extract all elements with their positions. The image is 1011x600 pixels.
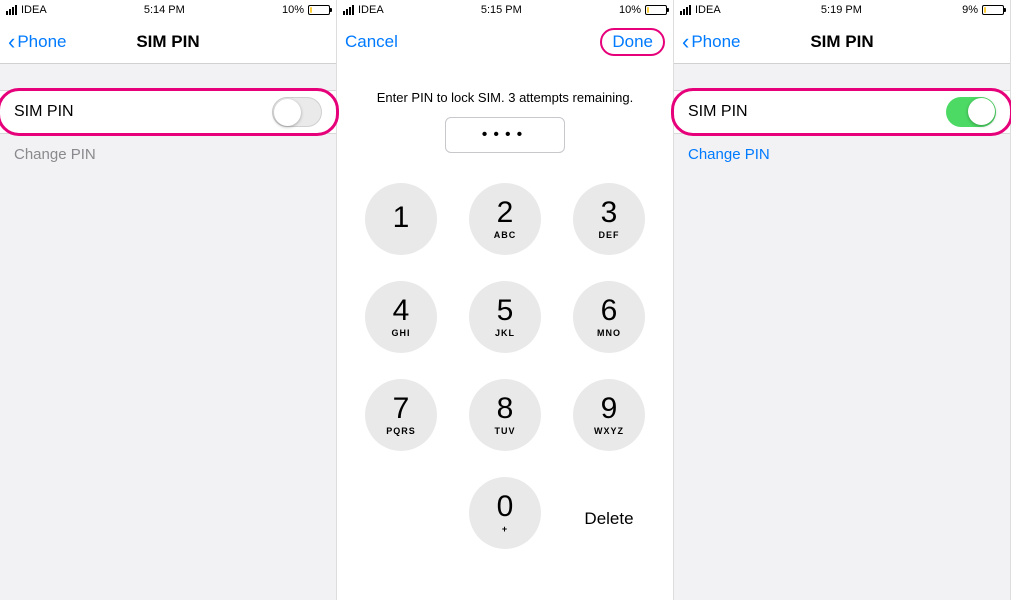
change-pin-row: Change PIN [0,134,336,174]
clock: 5:14 PM [144,4,185,16]
change-pin-label: Change PIN [14,146,96,163]
carrier-label: IDEA [358,4,384,16]
back-label: Phone [17,32,66,52]
screen-sim-pin-on: IDEA 5:19 PM 9% ‹ Phone SIM PIN SIM PIN … [674,0,1011,600]
status-bar: IDEA 5:15 PM 10% [337,0,673,20]
key-1[interactable]: 1 [365,183,437,255]
battery-icon [308,5,330,15]
battery-percent: 10% [282,4,304,16]
pin-prompt: Enter PIN to lock SIM. 3 attempts remain… [337,90,673,105]
delete-button[interactable]: Delete [573,509,645,529]
done-label: Done [612,32,653,52]
key-0[interactable]: 0+ [469,477,541,549]
battery-icon [982,5,1004,15]
change-pin-row[interactable]: Change PIN [674,134,1010,174]
signal-icon [680,5,691,15]
chevron-left-icon: ‹ [8,31,15,53]
done-button[interactable]: Done [600,28,665,56]
change-pin-label: Change PIN [688,146,770,163]
battery-percent: 9% [962,4,978,16]
pin-field[interactable]: •••• [445,117,565,153]
battery-icon [645,5,667,15]
cancel-button[interactable]: Cancel [345,32,398,52]
carrier-label: IDEA [21,4,47,16]
sim-pin-label: SIM PIN [688,103,748,121]
clock: 5:15 PM [481,4,522,16]
sim-pin-row[interactable]: SIM PIN [0,90,336,134]
key-blank [365,477,437,549]
key-7[interactable]: 7PQRS [365,379,437,451]
nav-bar: Cancel Done [337,20,673,64]
key-8[interactable]: 8TUV [469,379,541,451]
key-9[interactable]: 9WXYZ [573,379,645,451]
key-4[interactable]: 4GHI [365,281,437,353]
key-3[interactable]: 3DEF [573,183,645,255]
screen-sim-pin-off: IDEA 5:14 PM 10% ‹ Phone SIM PIN SIM PIN… [0,0,337,600]
back-button[interactable]: ‹ Phone [8,31,67,53]
signal-icon [6,5,17,15]
battery-percent: 10% [619,4,641,16]
clock: 5:19 PM [821,4,862,16]
nav-bar: ‹ Phone SIM PIN [674,20,1010,64]
key-6[interactable]: 6MNO [573,281,645,353]
key-5[interactable]: 5JKL [469,281,541,353]
signal-icon [343,5,354,15]
sim-pin-row[interactable]: SIM PIN [674,90,1010,134]
chevron-left-icon: ‹ [682,31,689,53]
cancel-label: Cancel [345,32,398,52]
nav-bar: ‹ Phone SIM PIN [0,20,336,64]
carrier-label: IDEA [695,4,721,16]
status-bar: IDEA 5:19 PM 9% [674,0,1010,20]
sim-pin-toggle[interactable] [272,97,322,127]
numeric-keypad: 1 2ABC 3DEF 4GHI 5JKL 6MNO 7PQRS 8TUV 9W… [337,183,673,561]
status-bar: IDEA 5:14 PM 10% [0,0,336,20]
key-2[interactable]: 2ABC [469,183,541,255]
screen-pin-entry: IDEA 5:15 PM 10% Cancel Done Enter PIN t… [337,0,674,600]
sim-pin-toggle[interactable] [946,97,996,127]
sim-pin-label: SIM PIN [14,103,74,121]
back-label: Phone [691,32,740,52]
back-button[interactable]: ‹ Phone [682,31,741,53]
